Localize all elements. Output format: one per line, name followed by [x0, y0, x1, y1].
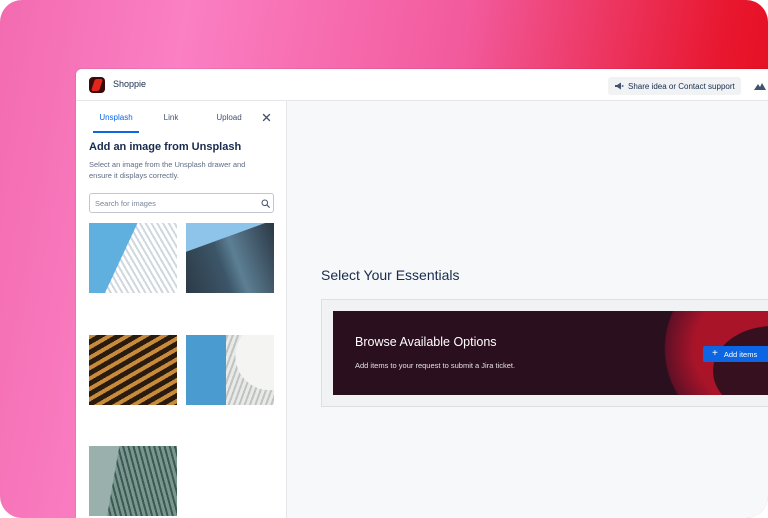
banner-subtitle: Add items to your request to submit a Ji… [355, 361, 516, 370]
unsplash-image-tile[interactable] [186, 335, 274, 405]
image-search[interactable] [89, 193, 274, 213]
tab-link[interactable]: Link [151, 109, 191, 127]
tab-upload[interactable]: Upload [201, 109, 257, 127]
share-idea-button[interactable]: Share idea or Contact support [608, 77, 741, 95]
top-bar: Shoppie Share idea or Contact support [76, 69, 768, 101]
drawer-tabs: Unsplash Link Upload [89, 109, 279, 133]
tab-unsplash[interactable]: Unsplash [89, 109, 143, 127]
app-name: Shoppie [113, 79, 147, 89]
main-content: Select Your Essentials Browse Available … [287, 101, 768, 518]
share-idea-label: Share idea or Contact support [628, 81, 735, 91]
add-items-label: Add items [723, 349, 758, 359]
app-logo-icon[interactable] [89, 77, 105, 93]
unsplash-image-tile[interactable] [89, 223, 177, 293]
add-items-button[interactable]: + Add items [703, 346, 768, 362]
banner-title: Browse Available Options [355, 335, 497, 349]
active-tab-indicator [93, 131, 139, 133]
section-title: Select Your Essentials [321, 267, 460, 283]
drawer-title: Add an image from Unsplash [89, 141, 242, 153]
unsplash-image-tile[interactable] [89, 335, 177, 405]
unsplash-image-tile[interactable] [89, 446, 177, 516]
background-frame: Shoppie Share idea or Contact support Un… [0, 0, 768, 518]
megaphone-icon [615, 82, 624, 90]
app-window: Shoppie Share idea or Contact support Un… [76, 69, 768, 518]
plus-icon: + [712, 348, 718, 359]
image-drawer: Unsplash Link Upload Add an image from U… [76, 101, 287, 518]
close-icon[interactable] [262, 113, 271, 122]
search-input[interactable] [95, 197, 255, 209]
unsplash-image-tile[interactable] [186, 223, 274, 293]
drawer-description: Select an image from the Unsplash drawer… [89, 160, 246, 180]
mountain-icon[interactable] [754, 81, 766, 91]
search-icon[interactable] [261, 199, 270, 208]
